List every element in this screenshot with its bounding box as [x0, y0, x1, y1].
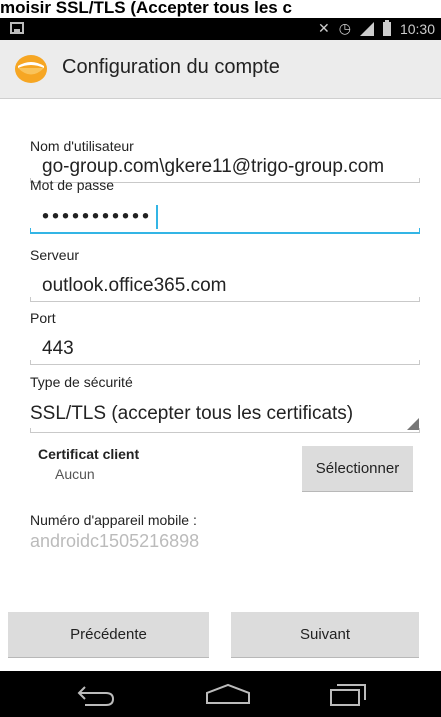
security-underline [30, 428, 420, 433]
page-title: Configuration du compte [62, 56, 280, 78]
mute-icon: ✕ [318, 20, 330, 36]
alarm-icon: ◷ [338, 20, 351, 36]
home-icon[interactable] [203, 683, 253, 707]
server-field[interactable]: outlook.office365.com [42, 275, 227, 297]
password-label: Mot de passe [30, 177, 115, 193]
server-label: Serveur [30, 247, 80, 263]
previous-button[interactable]: Précédente [8, 612, 209, 658]
port-label: Port [30, 310, 56, 326]
battery-icon [382, 19, 391, 36]
security-type-select[interactable]: SSL/TLS (accepter tous les certificats) [30, 403, 353, 425]
dropdown-arrow-icon[interactable] [407, 418, 419, 430]
back-icon[interactable] [76, 683, 118, 707]
server-underline [30, 297, 420, 302]
text-cursor [156, 205, 159, 229]
client-cert-label: Certificat client [38, 446, 140, 462]
port-underline [30, 360, 420, 365]
recent-apps-icon[interactable] [328, 683, 368, 707]
username-field[interactable]: go-group.com\gkere11@trigo-group.com [42, 156, 384, 178]
device-id-value: androidc1505216898 [30, 531, 200, 551]
port-field[interactable]: 443 [42, 338, 74, 360]
navigation-bar [0, 671, 441, 717]
select-certificate-button[interactable]: Sélectionner [302, 446, 413, 492]
username-label: Nom d'utilisateur [30, 138, 134, 154]
password-dots: ••••••••••• [42, 205, 153, 228]
signal-icon [359, 21, 374, 36]
action-bar: Configuration du compte [0, 40, 441, 99]
status-bar: ✕ ◷ 10:30 [0, 18, 441, 40]
password-underline [30, 228, 420, 234]
top-caption: moisir SSL/TLS (Accepter tous les c [0, 0, 441, 18]
password-field[interactable]: ••••••••••• [42, 205, 159, 229]
status-time: 10:30 [399, 20, 435, 37]
status-icons: ✕ ◷ 10:30 [318, 19, 435, 37]
next-button[interactable]: Suivant [231, 612, 419, 658]
device-id-label: Numéro d'appareil mobile : [30, 512, 197, 528]
client-cert-value: Aucun [55, 466, 95, 482]
notification-icon [10, 22, 24, 34]
email-app-icon[interactable] [14, 52, 48, 84]
security-label: Type de sécurité [30, 374, 133, 390]
